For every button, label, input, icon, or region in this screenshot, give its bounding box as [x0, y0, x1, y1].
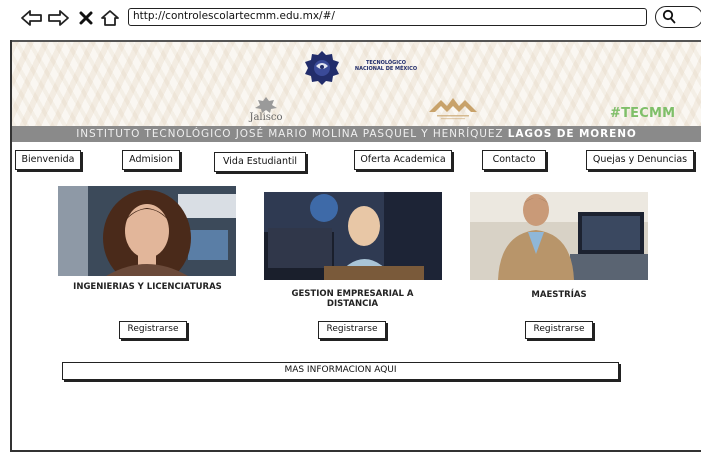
- search-box[interactable]: [655, 6, 701, 28]
- jalisco-label: Jalisco: [249, 112, 283, 123]
- header-banner: [12, 42, 701, 126]
- nav-bienvenida[interactable]: Bienvenida: [15, 150, 81, 170]
- nav-vida-estudiantil[interactable]: Vida Estudiantil: [214, 152, 306, 172]
- close-icon[interactable]: [78, 5, 94, 31]
- card-photo-masters: [470, 192, 648, 280]
- institute-campus: LAGOS DE MORENO: [507, 128, 637, 140]
- hashtag-tecmm: #TECMM: [610, 106, 676, 121]
- tec-logo-icon: [303, 50, 341, 86]
- back-arrow-icon[interactable]: [20, 5, 44, 31]
- tec-logo-line2: NACIONAL DE MÉXICO: [354, 66, 418, 72]
- home-icon[interactable]: [100, 5, 120, 31]
- card-photo-student: [58, 186, 236, 276]
- card-title-ingenierias: INGENIERIAS Y LICENCIATURAS: [73, 282, 222, 292]
- tec-logo-text: TECNOLÓGICO NACIONAL DE MÉXICO: [346, 60, 426, 72]
- nav-contacto[interactable]: Contacto: [482, 150, 546, 170]
- forward-arrow-icon[interactable]: [46, 5, 70, 31]
- card-title-gestion: GESTION EMPRESARIAL A DISTANCIA: [291, 289, 414, 309]
- ministry-logo-icon: [425, 94, 481, 122]
- card-title-maestrias: MAESTRÍAS: [531, 290, 587, 300]
- card-photo-business: [264, 192, 442, 280]
- register-button-maestrias[interactable]: Registrarse: [525, 321, 593, 339]
- address-bar[interactable]: http://controlescolartecmm.edu.mx/#/: [128, 8, 647, 26]
- nav-admision[interactable]: Admision: [122, 150, 180, 170]
- more-info-button[interactable]: MAS INFORMACION AQUI: [62, 362, 619, 380]
- register-button-gestion[interactable]: Registrarse: [318, 321, 386, 339]
- register-button-ingenierias[interactable]: Registrarse: [119, 321, 187, 339]
- institute-name-bar: INSTITUTO TECNOLÓGICO JOSÉ MARIO MOLINA …: [12, 126, 701, 142]
- search-icon: [662, 9, 676, 28]
- window-frame-bottom: [10, 450, 701, 452]
- nav-oferta-academica[interactable]: Oferta Academica: [354, 150, 452, 170]
- institute-name: INSTITUTO TECNOLÓGICO JOSÉ MARIO MOLINA …: [76, 128, 504, 140]
- nav-quejas-denuncias[interactable]: Quejas y Denuncias: [586, 150, 694, 170]
